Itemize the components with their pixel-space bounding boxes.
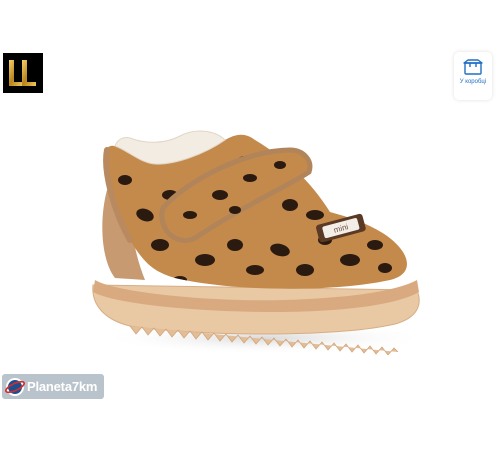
brand-logo-icon <box>9 60 36 86</box>
planet-logo-icon <box>5 377 25 396</box>
brand-logo[interactable] <box>3 53 43 93</box>
packaging-label: У коробці <box>459 79 487 85</box>
site-watermark: Planeta7km <box>2 374 104 399</box>
box-icon <box>463 59 483 75</box>
packaging-badge: У коробці <box>454 52 492 100</box>
product-image: mini <box>92 130 430 355</box>
watermark-text: Planeta7km <box>27 379 98 394</box>
